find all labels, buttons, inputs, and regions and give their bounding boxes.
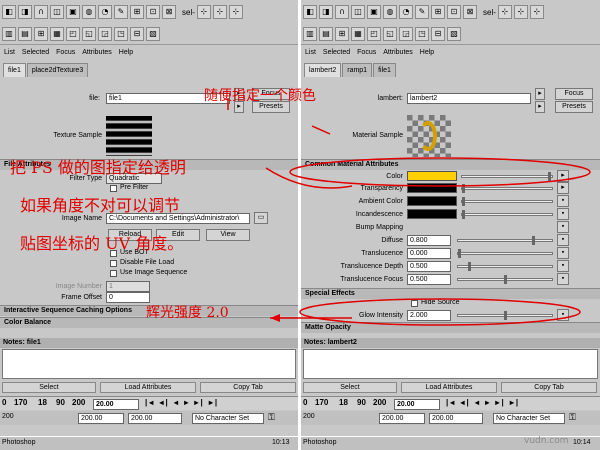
watermark: vudn.com — [524, 436, 569, 446]
color-highlight-ellipse — [289, 157, 591, 187]
annotation-random-color: 随便指定一个颜色 — [204, 88, 316, 104]
annotation-assign-transparency: 把 PS 做的图指定给透明 — [10, 158, 186, 177]
annotation-glow-intensity: 辉光强度 2.0 — [146, 305, 229, 321]
glow-arrowhead — [270, 314, 280, 322]
glow-highlight-ellipse — [299, 298, 581, 326]
annotation-arrow — [311, 125, 331, 135]
annotation-overlay — [227, 98, 591, 326]
annotation-angle-adjust: 如果角度不对可以调节 — [20, 196, 181, 215]
annotation-uv-angle: 贴图坐标的 UV 角度。 — [20, 234, 184, 253]
transparency-arrow — [265, 167, 353, 189]
